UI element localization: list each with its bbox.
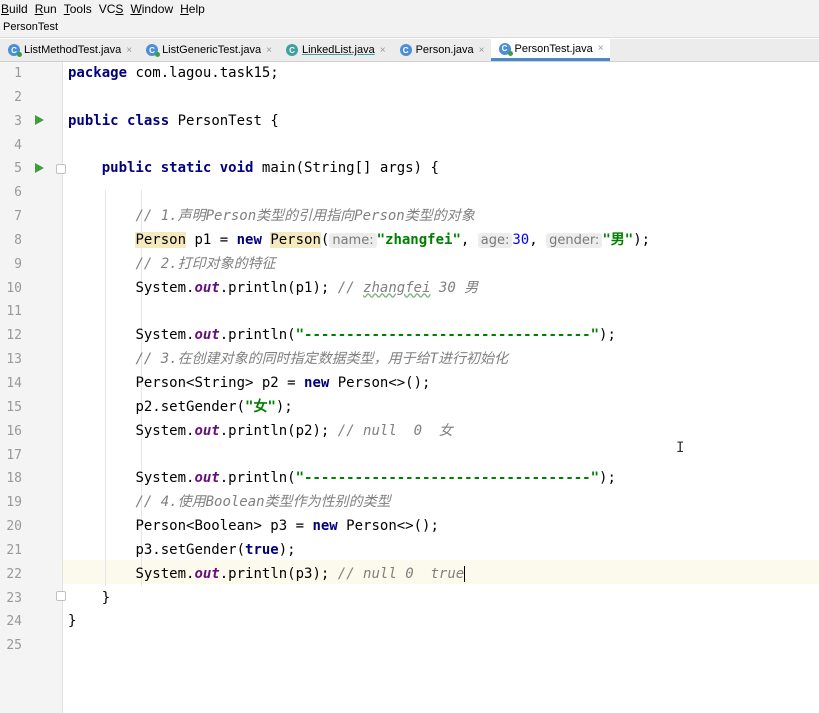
code-editor[interactable]: package com.lagou.task15; public class P… (68, 62, 650, 658)
line-number: 3 (14, 113, 22, 129)
code-line-14: Person<String> p2 = new Person<>(); (135, 374, 431, 391)
code-line-3: public class PersonTest { (68, 112, 279, 129)
code-line-21: p3.setGender(true); (135, 541, 296, 558)
fold-icon[interactable] (56, 164, 66, 174)
code-line-7: // 1.声明Person类型的引用指向Person类型的对象 (135, 208, 475, 225)
line-number: 24 (6, 614, 22, 630)
menu-run[interactable]: Run (33, 2, 62, 16)
line-number: 1 (14, 66, 22, 81)
breadcrumb[interactable]: PersonTest (0, 17, 819, 38)
line-number: 12 (6, 328, 22, 344)
tab-linkedlist[interactable]: C LinkedList.java × (278, 39, 392, 61)
line-number: 19 (6, 495, 22, 511)
menu-bar: Build Run Tools VCS Window Help (0, 0, 819, 17)
close-icon[interactable]: × (479, 45, 485, 56)
line-number: 25 (6, 638, 22, 654)
close-icon[interactable]: × (598, 43, 604, 54)
line-number: 4 (14, 137, 22, 153)
code-line-16: System.out.println(p2); // null 0 女 (135, 422, 453, 439)
java-class-icon: C (498, 42, 513, 56)
line-number: 15 (6, 399, 22, 415)
code-line-10: System.out.println(p1); // zhangfei 30 男 (135, 279, 479, 296)
line-number: 5 (14, 161, 22, 177)
line-number: 21 (6, 542, 22, 558)
code-line-9: // 2.打印对象的特征 (135, 255, 276, 272)
line-number: 10 (6, 280, 22, 296)
line-number: 9 (14, 256, 22, 272)
java-class-icon: C (399, 44, 412, 56)
editor-tabs: C ListMethodTest.java × C ListGenericTes… (0, 39, 819, 62)
line-number: 23 (6, 590, 22, 606)
tab-person[interactable]: C Person.java × (392, 39, 491, 61)
line-number: 8 (14, 232, 22, 248)
line-number: 17 (6, 447, 22, 463)
run-main-icon[interactable] (35, 163, 44, 173)
line-number: 6 (14, 185, 22, 201)
menu-help[interactable]: Help (178, 2, 210, 16)
menu-tools[interactable]: Tools (62, 2, 97, 16)
java-class-icon: C (146, 44, 161, 57)
code-line-1: package com.lagou.task15; (68, 65, 279, 81)
close-icon[interactable]: × (126, 45, 132, 56)
line-numbers: 1 2 3 4 5 6 7 8 9 10 11 12 13 14 15 16 1… (0, 62, 30, 658)
java-class-icon: C (8, 44, 22, 57)
param-hint-age: age: (477, 232, 513, 248)
menu-build[interactable]: Build (0, 2, 33, 16)
code-line-19: // 4.使用Boolean类型作为性别的类型 (135, 494, 391, 511)
text-caret (464, 565, 466, 582)
code-line-18: System.out.println("--------------------… (135, 470, 616, 487)
code-line-13: // 3.在创建对象的同时指定数据类型，用于给T进行初始化 (135, 351, 509, 368)
code-line-23: } (68, 589, 111, 606)
code-line-12: System.out.println("--------------------… (135, 327, 616, 344)
code-line-5: public static void main(String[] args) { (101, 160, 439, 177)
tab-listgenerictest[interactable]: C ListGenericTest.java × (138, 39, 278, 61)
code-line-20: Person<Boolean> p3 = new Person<>(); (135, 518, 439, 535)
param-hint-gender: gender: (546, 232, 603, 248)
line-number: 14 (6, 375, 22, 391)
fold-icon[interactable] (56, 591, 66, 601)
close-icon[interactable]: × (266, 45, 272, 56)
code-line-15: p2.setGender("女"); (135, 398, 293, 415)
code-line-24: } (68, 613, 77, 630)
tab-persontest[interactable]: C PersonTest.java × (490, 39, 610, 61)
param-hint-name: name: (329, 232, 377, 248)
code-line-22: System.out.println(p3); // null 0 true (135, 565, 466, 582)
menu-window[interactable]: Window (128, 2, 178, 16)
line-number: 18 (6, 471, 22, 487)
line-number: 16 (6, 423, 22, 439)
line-number: 20 (6, 519, 22, 535)
line-number: 11 (6, 304, 22, 320)
code-line-8: Person p1 = new Person(name: "zhangfei", … (135, 231, 651, 248)
line-number: 2 (14, 89, 22, 105)
menu-vcs[interactable]: VCS (97, 2, 129, 16)
mouse-ibeam-cursor: I (676, 440, 685, 456)
run-class-icon[interactable] (35, 115, 44, 125)
line-number: 13 (6, 352, 22, 368)
close-icon[interactable]: × (380, 45, 386, 56)
java-class-icon: C (285, 44, 298, 56)
line-number: 7 (14, 209, 22, 225)
line-number: 22 (6, 566, 22, 582)
tab-listmethodtest[interactable]: C ListMethodTest.java × (0, 39, 138, 61)
